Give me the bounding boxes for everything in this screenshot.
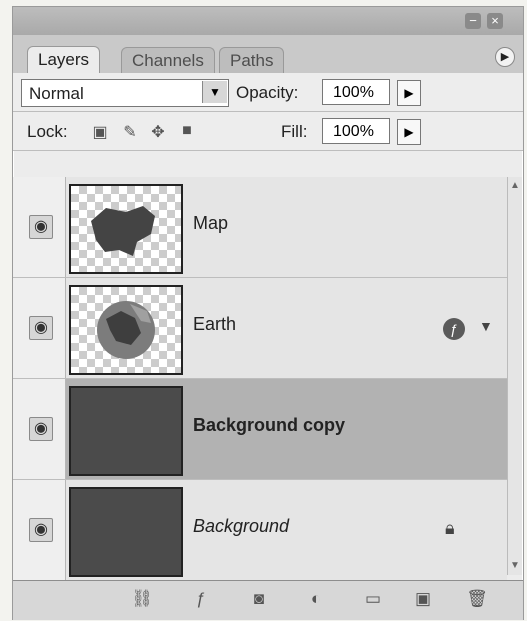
panel-tabs: Layers Channels Paths ▶ (13, 35, 523, 75)
blend-mode-value: Normal (29, 84, 84, 103)
title-bar: − × (13, 7, 523, 35)
lock-position-icon[interactable]: ✥ (149, 122, 167, 141)
delete-layer-icon[interactable]: 🗑︎ (465, 589, 489, 609)
panel-menu-icon[interactable]: ▶ (495, 47, 515, 67)
fill-stepper[interactable]: ▶ (397, 119, 421, 145)
fill-label: Fill: (281, 122, 308, 141)
layer-row-background[interactable]: ◉ Background 🔒︎ (13, 480, 507, 581)
lock-row: Lock: ▣ ✎ ✥ ■ Fill: 100% ▶ (13, 112, 523, 151)
blend-row: Normal ▼ Opacity: 100% ▶ (13, 73, 523, 112)
visibility-cell[interactable]: ◉ (13, 379, 66, 479)
add-layer-style-icon[interactable]: ƒ (189, 589, 213, 609)
new-layer-icon[interactable]: ▣ (411, 589, 435, 609)
tab-paths[interactable]: Paths (219, 47, 285, 74)
layer-thumbnail (69, 184, 183, 274)
visibility-cell[interactable]: ◉ (13, 480, 66, 580)
opacity-field[interactable]: 100% (322, 79, 390, 105)
layer-thumbnail (69, 285, 183, 375)
earth-thumbnail-icon (97, 301, 155, 359)
lock-all-icon[interactable]: ■ (178, 122, 196, 140)
chevron-down-icon[interactable]: ▼ (202, 81, 227, 103)
chevron-down-icon[interactable]: ▼ (508, 559, 522, 573)
eye-icon[interactable]: ◉ (29, 316, 53, 340)
layer-name: Background (193, 516, 290, 536)
eye-icon[interactable]: ◉ (29, 215, 53, 239)
link-layers-icon[interactable]: ⛓ (130, 589, 154, 609)
layer-row-map[interactable]: ◉ Map (13, 177, 507, 278)
new-group-icon[interactable]: ▭ (361, 589, 385, 609)
map-thumbnail-icon (91, 206, 155, 256)
lock-transparent-pixels-icon[interactable]: ▣ (91, 122, 109, 141)
lock-label: Lock: (27, 122, 68, 141)
adjustment-layer-icon[interactable]: ◐ (304, 589, 328, 609)
opacity-stepper[interactable]: ▶ (397, 80, 421, 106)
chevron-up-icon[interactable]: ▲ (508, 179, 522, 193)
layer-row-background-copy[interactable]: ◉ Background copy (13, 379, 507, 480)
layers-scrollbar[interactable]: ▲ ▼ (507, 177, 522, 575)
lock-image-pixels-icon[interactable]: ✎ (121, 122, 139, 141)
tab-layers[interactable]: Layers (27, 46, 101, 75)
layer-thumbnail (69, 386, 183, 476)
blend-mode-select[interactable]: Normal ▼ (21, 79, 229, 107)
bottom-toolbar: ⛓ ƒ ◙ ◐ ▭ ▣ 🗑︎ (13, 580, 523, 620)
fill-field[interactable]: 100% (322, 118, 390, 144)
layer-name: Map (193, 213, 229, 233)
visibility-cell[interactable]: ◉ (13, 278, 66, 378)
close-icon[interactable]: × (487, 13, 503, 29)
chevron-down-icon[interactable]: ▼ (479, 318, 493, 334)
layer-row-earth[interactable]: ◉ Earth ƒ ▼ (13, 278, 507, 379)
eye-icon[interactable]: ◉ (29, 417, 53, 441)
tab-channels[interactable]: Channels (121, 47, 215, 74)
minimize-icon[interactable]: − (465, 13, 481, 29)
fx-icon[interactable]: ƒ (443, 318, 465, 340)
opacity-label: Opacity: (236, 83, 299, 102)
layer-name: Earth (193, 314, 237, 334)
layers-panel: − × Layers Channels Paths ▶ Normal ▼ Opa… (12, 6, 524, 620)
lock-icon: 🔒︎ (445, 518, 455, 538)
layer-thumbnail (69, 487, 183, 577)
eye-icon[interactable]: ◉ (29, 518, 53, 542)
add-mask-icon[interactable]: ◙ (247, 589, 271, 609)
layer-name: Background copy (193, 415, 346, 435)
visibility-cell[interactable]: ◉ (13, 177, 66, 277)
